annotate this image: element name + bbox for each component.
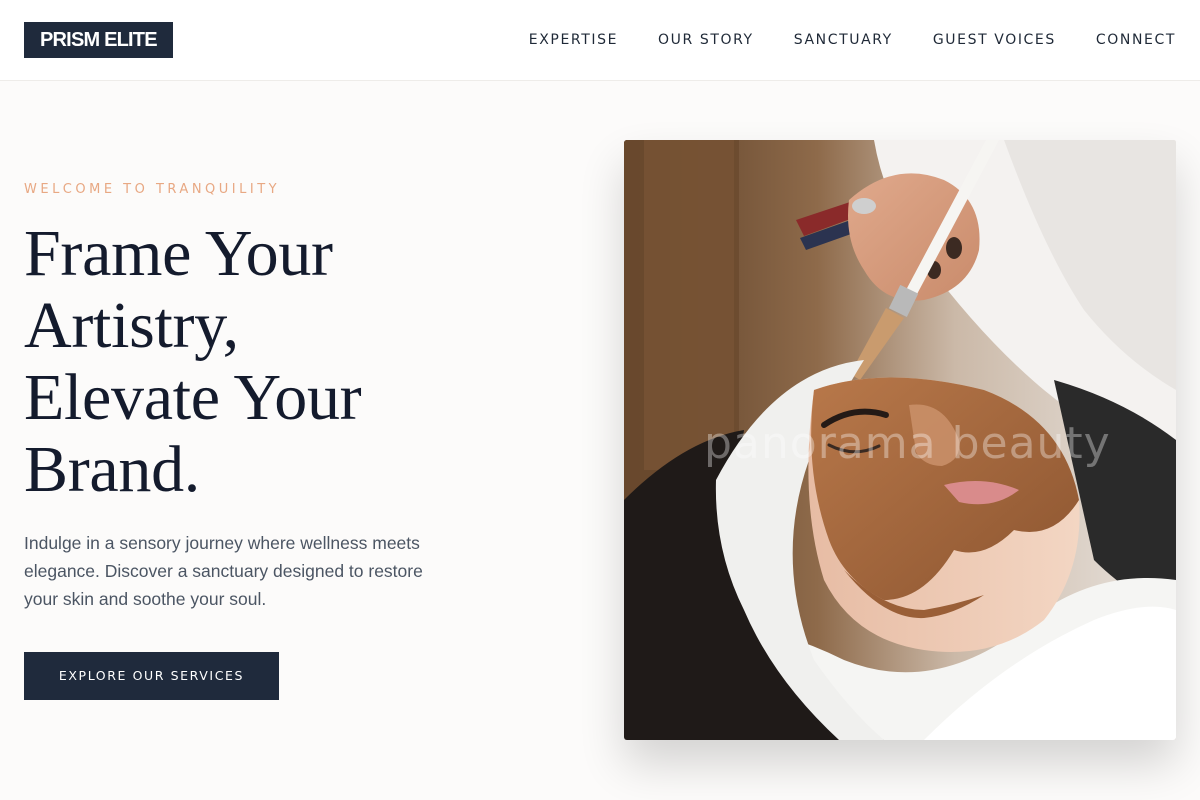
hero-headline-line: Artistry, xyxy=(24,289,239,362)
hero-image-facial-treatment: panorama beauty xyxy=(624,140,1176,740)
nav-link-sanctuary[interactable]: SANCTUARY xyxy=(794,31,893,49)
nav-link-connect[interactable]: CONNECT xyxy=(1096,31,1176,49)
nav-link-our-story[interactable]: OUR STORY xyxy=(658,31,754,49)
hero-eyebrow: WELCOME TO TRANQUILITY xyxy=(24,182,281,197)
hero-headline: Frame Your Artistry, Elevate Your Brand. xyxy=(24,218,484,506)
hero-headline-line: Brand. xyxy=(24,433,200,506)
hero-headline-line: Frame Your xyxy=(24,217,333,290)
hero-text-block: WELCOME TO TRANQUILITY Frame Your Artist… xyxy=(24,180,484,613)
hero-headline-line: Elevate Your xyxy=(24,361,362,434)
site-header: PRISM ELITE EXPERTISE OUR STORY SANCTUAR… xyxy=(0,0,1200,81)
hero-description: Indulge in a sensory journey where welln… xyxy=(24,533,423,609)
image-watermark: panorama beauty xyxy=(704,418,1111,469)
nav-link-guest-voices[interactable]: GUEST VOICES xyxy=(933,31,1056,49)
main-nav: EXPERTISE OUR STORY SANCTUARY GUEST VOIC… xyxy=(529,31,1176,49)
brand-logo[interactable]: PRISM ELITE xyxy=(24,22,173,58)
nav-link-expertise[interactable]: EXPERTISE xyxy=(529,31,618,49)
explore-services-button[interactable]: EXPLORE OUR SERVICES xyxy=(24,652,279,700)
